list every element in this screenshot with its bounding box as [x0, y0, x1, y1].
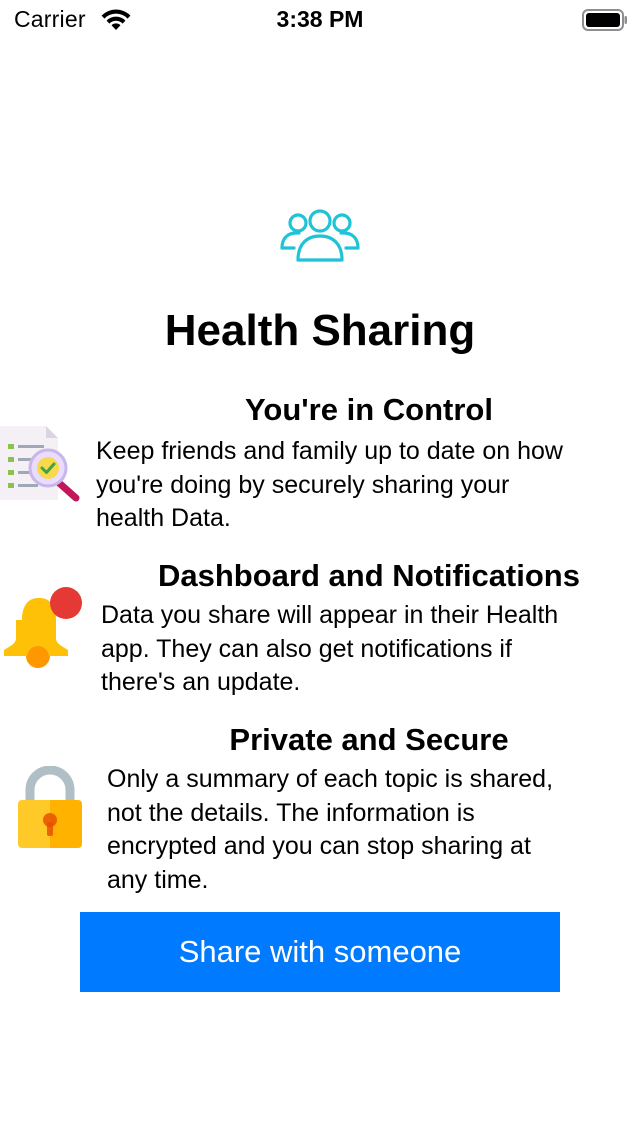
padlock-icon — [18, 766, 82, 848]
feature-body-line: any time. — [107, 865, 209, 894]
feature-body-dashboard: Data you share will appear in their Heal… — [101, 599, 558, 700]
feature-body-control: Keep friends and family up to date on ho… — [96, 435, 563, 536]
feature-title-control: You're in Control — [245, 392, 493, 427]
feature-body-private: Only a summary of each topic is shared, … — [107, 763, 553, 897]
feature-body-line: Only a summary of each topic is shared, — [107, 765, 554, 793]
feature-title-dashboard: Dashboard and Notifications — [158, 558, 580, 593]
feature-body-line: encrypted and you can stop sharing at — [107, 832, 531, 860]
share-with-someone-button[interactable]: Share with someone — [80, 912, 560, 992]
feature-body-line: Data you share will appear in their Heal… — [101, 601, 559, 629]
feature-body-line: Keep friends and family up to date on ho… — [96, 437, 563, 465]
feature-body-line: app. They can also get notifications if — [101, 634, 512, 663]
status-bar: Carrier 3:38 PM — [0, 0, 640, 40]
feature-body-line: not the details. The information is — [107, 798, 475, 827]
bell-notification-icon — [4, 587, 82, 668]
feature-body-line: you're doing by securely sharing your — [96, 470, 510, 499]
feature-body-line: there's an update. — [101, 668, 301, 696]
page-title: Health Sharing — [164, 306, 476, 355]
status-time: 3:38 PM — [276, 6, 364, 32]
feature-title-private: Private and Secure — [229, 722, 509, 757]
feature-body-line: health Data. — [96, 504, 231, 532]
document-search-icon — [0, 426, 80, 502]
people-group-icon — [280, 209, 360, 262]
battery-icon — [582, 9, 627, 31]
